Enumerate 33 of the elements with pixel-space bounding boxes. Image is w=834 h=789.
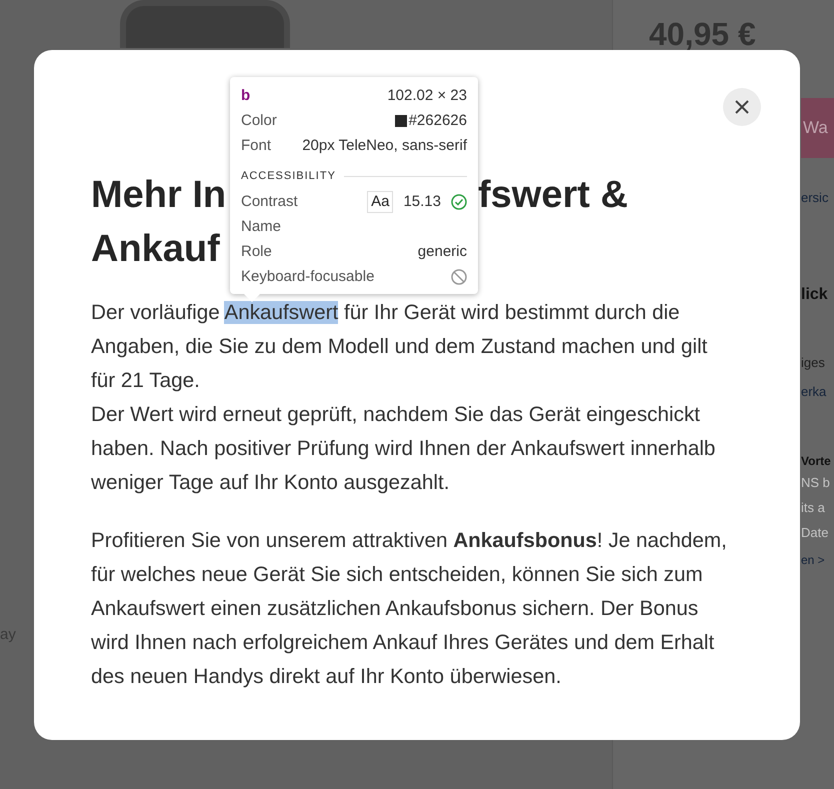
property-label: Role — [241, 242, 272, 262]
property-value: 15.13 — [403, 192, 441, 212]
background-text: Date — [801, 524, 828, 542]
background-link[interactable]: erka — [801, 382, 826, 402]
property-label: Font — [241, 136, 272, 156]
property-label: Color — [241, 111, 277, 131]
background-text: iges — [801, 354, 825, 372]
background-heading: Vorte — [801, 452, 831, 470]
paragraph: Der vorläufige Ankaufswert für Ihr Gerät wird bestimmt durch die Angaben, die Sie zu dem Modell und dem Zustand machen und gilt für 21 Tage. — [91, 300, 708, 394]
paragraph: Profitieren Sie von unserem attraktiven Ankaufsbonus! Je nachdem, für welches neue Gerät Sie sich entscheiden, können Sie sich zum Ankaufswert einen zusätzlichen Ankaufsbonus sichern. Der Bonus wird Ihnen nach erfolgreichem Ankauf Ihres Gerätes und dem Erhalt des neuen Handys direkt auf Ihr Konto überwiesen. — [91, 528, 728, 690]
background-link[interactable]: en > — [801, 550, 825, 568]
modal-title: fswert & — [478, 173, 628, 218]
property-value: #262626 — [408, 111, 467, 131]
element-tag: b — [241, 83, 250, 108]
property-label: Contrast — [241, 192, 298, 212]
modal-title: Mehr In — [91, 173, 226, 218]
property-value: generic — [418, 242, 467, 262]
contrast-sample: Aa — [367, 190, 394, 212]
close-button[interactable] — [723, 88, 761, 126]
background-text: its a — [801, 498, 825, 516]
element-size: 102.02 × 23 — [387, 86, 467, 106]
close-icon — [735, 100, 749, 114]
paragraph: Der Wert wird erneut geprüft, nachdem Sie das Gerät eingeschickt haben. Nach positiver Prüfung wird Ihnen der Ankaufswert innerhalb weniger Tage auf Ihr Konto ausgezahlt. — [91, 402, 716, 496]
property-label: Name — [241, 218, 282, 235]
background-heading: lick — [801, 284, 828, 304]
property-value: 20px TeleNeo, sans-serif — [302, 136, 467, 156]
section-heading: ACCESSIBILITY — [241, 169, 336, 184]
property-label: Keyboard-focusable — [241, 267, 374, 287]
background-link[interactable]: ersic — [801, 188, 828, 208]
background-button[interactable]: Wa — [801, 98, 834, 158]
modal-title: Ankauf — [91, 227, 220, 272]
color-swatch — [394, 114, 407, 126]
background-text: NS b — [801, 474, 830, 492]
